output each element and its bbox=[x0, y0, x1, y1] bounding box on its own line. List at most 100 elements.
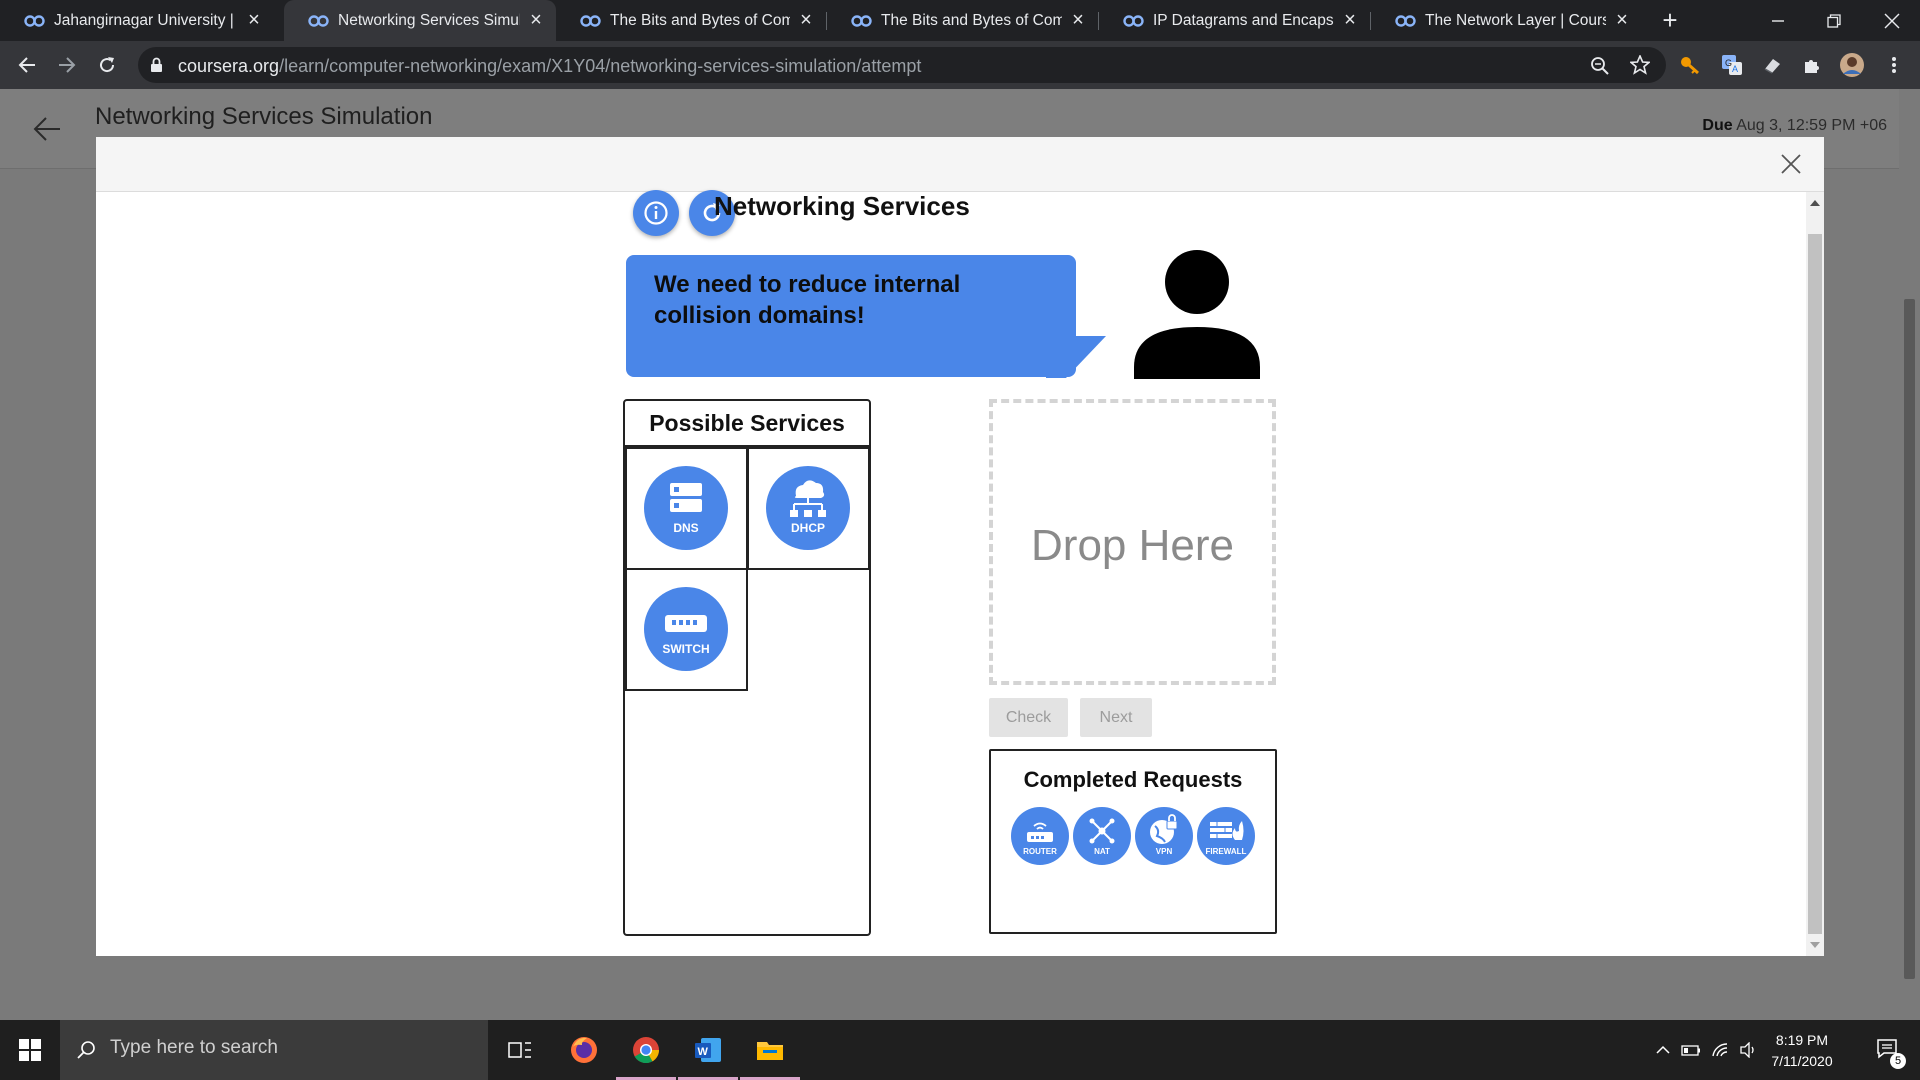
start-button[interactable] bbox=[0, 1020, 60, 1080]
clock-date: 7/11/2020 bbox=[1771, 1053, 1833, 1069]
completed-label: NAT bbox=[1094, 847, 1110, 856]
extensions-puzzle-icon[interactable] bbox=[1798, 51, 1826, 79]
modal-scrollbar-thumb[interactable] bbox=[1808, 234, 1822, 934]
word-taskbar-button[interactable]: W bbox=[678, 1020, 738, 1080]
lock-icon bbox=[151, 57, 162, 72]
service-dhcp[interactable]: DHCP bbox=[747, 447, 870, 570]
tab-networking-services[interactable]: Networking Services Simulati × bbox=[284, 0, 556, 41]
new-tab-button[interactable]: + bbox=[1656, 6, 1684, 34]
show-hidden-icons-chevron-icon[interactable] bbox=[1652, 1020, 1674, 1080]
due-date: Due Aug 3, 12:59 PM +06 bbox=[1702, 117, 1887, 135]
page-scrollbar-thumb[interactable] bbox=[1904, 299, 1915, 979]
chrome-taskbar-button[interactable] bbox=[616, 1020, 676, 1080]
possible-services-title: Possible Services bbox=[625, 401, 869, 447]
request-speech-bubble: We need to reduce internal collision dom… bbox=[626, 255, 1076, 377]
service-switch[interactable]: SWITCH bbox=[625, 568, 748, 691]
reload-icon[interactable] bbox=[93, 51, 121, 79]
completed-requests-title: Completed Requests bbox=[1023, 767, 1243, 792]
page-title: Networking Services Simulation bbox=[95, 103, 433, 130]
firefox-taskbar-button[interactable] bbox=[554, 1020, 614, 1080]
check-button[interactable]: Check bbox=[989, 698, 1068, 737]
taskbar-search-box[interactable]: Type here to search bbox=[60, 1020, 488, 1080]
modal-scrollbar[interactable] bbox=[1806, 192, 1824, 956]
back-icon[interactable] bbox=[13, 51, 41, 79]
forward-icon[interactable] bbox=[53, 51, 81, 79]
tab-close-icon[interactable]: × bbox=[1068, 9, 1088, 32]
tab-close-icon[interactable]: × bbox=[244, 9, 264, 32]
url-text: coursera.org/learn/computer-networking/e… bbox=[178, 56, 921, 77]
tab-close-icon[interactable]: × bbox=[796, 9, 816, 32]
minimize-icon[interactable] bbox=[1750, 0, 1806, 41]
clock-time: 8:19 PM bbox=[1775, 1032, 1829, 1048]
drop-zone[interactable]: Drop Here bbox=[989, 399, 1276, 685]
service-label: DNS bbox=[673, 521, 699, 535]
next-button[interactable]: Next bbox=[1080, 698, 1152, 737]
tab-jahangirnagar[interactable]: Jahangirnagar University | Co × bbox=[0, 0, 274, 41]
dns-server-icon: DNS bbox=[644, 466, 728, 550]
tab-title: IP Datagrams and Encapsulat bbox=[1153, 11, 1334, 29]
switch-icon: SWITCH bbox=[644, 587, 728, 671]
address-bar[interactable]: coursera.org/learn/computer-networking/e… bbox=[138, 47, 1666, 83]
tab-ip-datagrams[interactable]: IP Datagrams and Encapsulat × bbox=[1099, 0, 1370, 41]
coursera-favicon-icon bbox=[24, 14, 45, 27]
due-label: Due bbox=[1702, 117, 1733, 134]
speech-bubble-tail bbox=[1046, 336, 1106, 378]
service-dns[interactable]: DNS bbox=[625, 447, 748, 570]
chrome-menu-icon[interactable] bbox=[1880, 51, 1908, 79]
task-view-button[interactable] bbox=[490, 1020, 550, 1080]
volume-icon[interactable] bbox=[1736, 1020, 1762, 1080]
svg-text:G: G bbox=[1725, 58, 1732, 68]
folder-icon bbox=[757, 1042, 783, 1060]
url-path: /learn/computer-networking/exam/X1Y04/ne… bbox=[279, 56, 922, 76]
notifications-button[interactable]: 5 bbox=[1866, 1020, 1910, 1080]
notification-count-badge: 5 bbox=[1890, 1053, 1906, 1069]
task-view-icon bbox=[508, 1042, 531, 1058]
browser-toolbar: coursera.org/learn/computer-networking/e… bbox=[0, 41, 1920, 89]
tab-bits-bytes-1[interactable]: The Bits and Bytes of Compu × bbox=[556, 0, 826, 41]
translate-extension-icon[interactable]: GA bbox=[1718, 51, 1746, 79]
coursera-page: Networking Services Simulation Due Aug 3… bbox=[0, 89, 1920, 1020]
modal-close-icon[interactable] bbox=[1778, 151, 1804, 177]
search-placeholder: Type here to search bbox=[110, 1037, 278, 1058]
tab-bits-bytes-2[interactable]: The Bits and Bytes of Compu × bbox=[827, 0, 1098, 41]
completed-label: FIREWALL bbox=[1205, 847, 1247, 856]
bookmark-star-icon[interactable] bbox=[1630, 55, 1650, 75]
window-close-icon[interactable] bbox=[1864, 0, 1920, 41]
chrome-icon bbox=[633, 1037, 660, 1064]
simulation-title: Networking Services bbox=[714, 191, 970, 221]
key-extension-icon[interactable] bbox=[1676, 51, 1704, 79]
eraser-extension-icon[interactable] bbox=[1758, 51, 1786, 79]
service-label: SWITCH bbox=[662, 642, 710, 656]
file-explorer-taskbar-button[interactable] bbox=[740, 1020, 800, 1080]
svg-text:A: A bbox=[1732, 64, 1738, 74]
due-value: Aug 3, 12:59 PM +06 bbox=[1736, 117, 1887, 134]
search-icon bbox=[77, 1041, 95, 1059]
info-button[interactable] bbox=[633, 190, 679, 236]
tab-title: The Bits and Bytes of Compu bbox=[610, 11, 790, 29]
horizontal-scrollbar[interactable] bbox=[0, 1007, 1899, 1020]
page-scrollbar[interactable] bbox=[1899, 169, 1920, 1020]
scroll-down-icon[interactable] bbox=[1810, 942, 1820, 948]
tab-title: Networking Services Simulati bbox=[338, 11, 520, 29]
tab-network-layer[interactable]: The Network Layer | Courser × bbox=[1371, 0, 1642, 41]
back-arrow-icon[interactable] bbox=[32, 115, 62, 143]
tab-close-icon[interactable]: × bbox=[1612, 9, 1632, 32]
battery-icon[interactable] bbox=[1678, 1020, 1704, 1080]
svg-text:W: W bbox=[698, 1046, 709, 1058]
tab-title: Jahangirnagar University | Co bbox=[54, 11, 238, 29]
wifi-icon[interactable] bbox=[1708, 1020, 1734, 1080]
firewall-icon: FIREWALL bbox=[1197, 807, 1255, 865]
zoom-icon[interactable] bbox=[1590, 56, 1610, 76]
word-icon: W bbox=[695, 1038, 721, 1062]
tab-title: The Network Layer | Courser bbox=[1425, 11, 1606, 29]
url-domain: coursera.org bbox=[178, 56, 280, 76]
restore-icon[interactable] bbox=[1806, 0, 1862, 41]
taskbar-clock[interactable]: 8:19 PM 7/11/2020 bbox=[1762, 1030, 1842, 1072]
router-icon: ROUTER bbox=[1011, 807, 1069, 865]
simulation-modal: Networking Services We need to reduce in… bbox=[96, 137, 1824, 956]
profile-avatar-icon[interactable] bbox=[1838, 51, 1866, 79]
tab-close-icon[interactable]: × bbox=[1340, 9, 1360, 32]
coursera-favicon-icon bbox=[1123, 14, 1144, 27]
scroll-up-icon[interactable] bbox=[1810, 200, 1820, 206]
tab-close-icon[interactable]: × bbox=[526, 9, 546, 32]
